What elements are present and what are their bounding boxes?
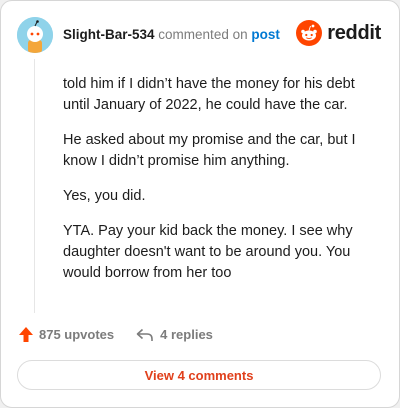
comment-actions: 875 upvotes 4 replies [19,327,213,342]
avatar[interactable] [17,17,53,53]
reply-arrow-icon [136,328,153,341]
comment-body: told him if I didn’t have the money for … [63,74,383,298]
comment-paragraph: He asked about my promise and the car, b… [63,132,356,169]
username[interactable]: Slight-Bar-534 [63,27,155,42]
thread-line [34,59,35,313]
reddit-logo-icon [296,20,323,46]
upvotes-count: 875 upvotes [39,327,115,342]
comment-paragraph: told him if I didn’t have the money for … [63,76,355,113]
comment-paragraph: Yes, you did. [63,188,146,204]
replies-count: 4 replies [160,327,213,342]
upvote-arrow-icon [19,327,33,342]
post-link[interactable]: post [251,27,280,42]
upvote-button[interactable]: 875 upvotes [19,327,114,342]
comment-paragraph: YTA. Pay your kid back the money. I see … [63,223,353,281]
action-text: commented on [158,27,248,42]
comment-card: Slight-Bar-534 commented on post reddit … [0,0,400,408]
view-comments-button[interactable]: View 4 comments [17,360,381,390]
comment-meta: Slight-Bar-534 commented on post [63,27,280,42]
logo-text: reddit [327,21,381,44]
avatar-icon [17,17,53,53]
replies-button[interactable]: 4 replies [136,327,213,342]
reddit-logo[interactable]: reddit [296,19,381,47]
